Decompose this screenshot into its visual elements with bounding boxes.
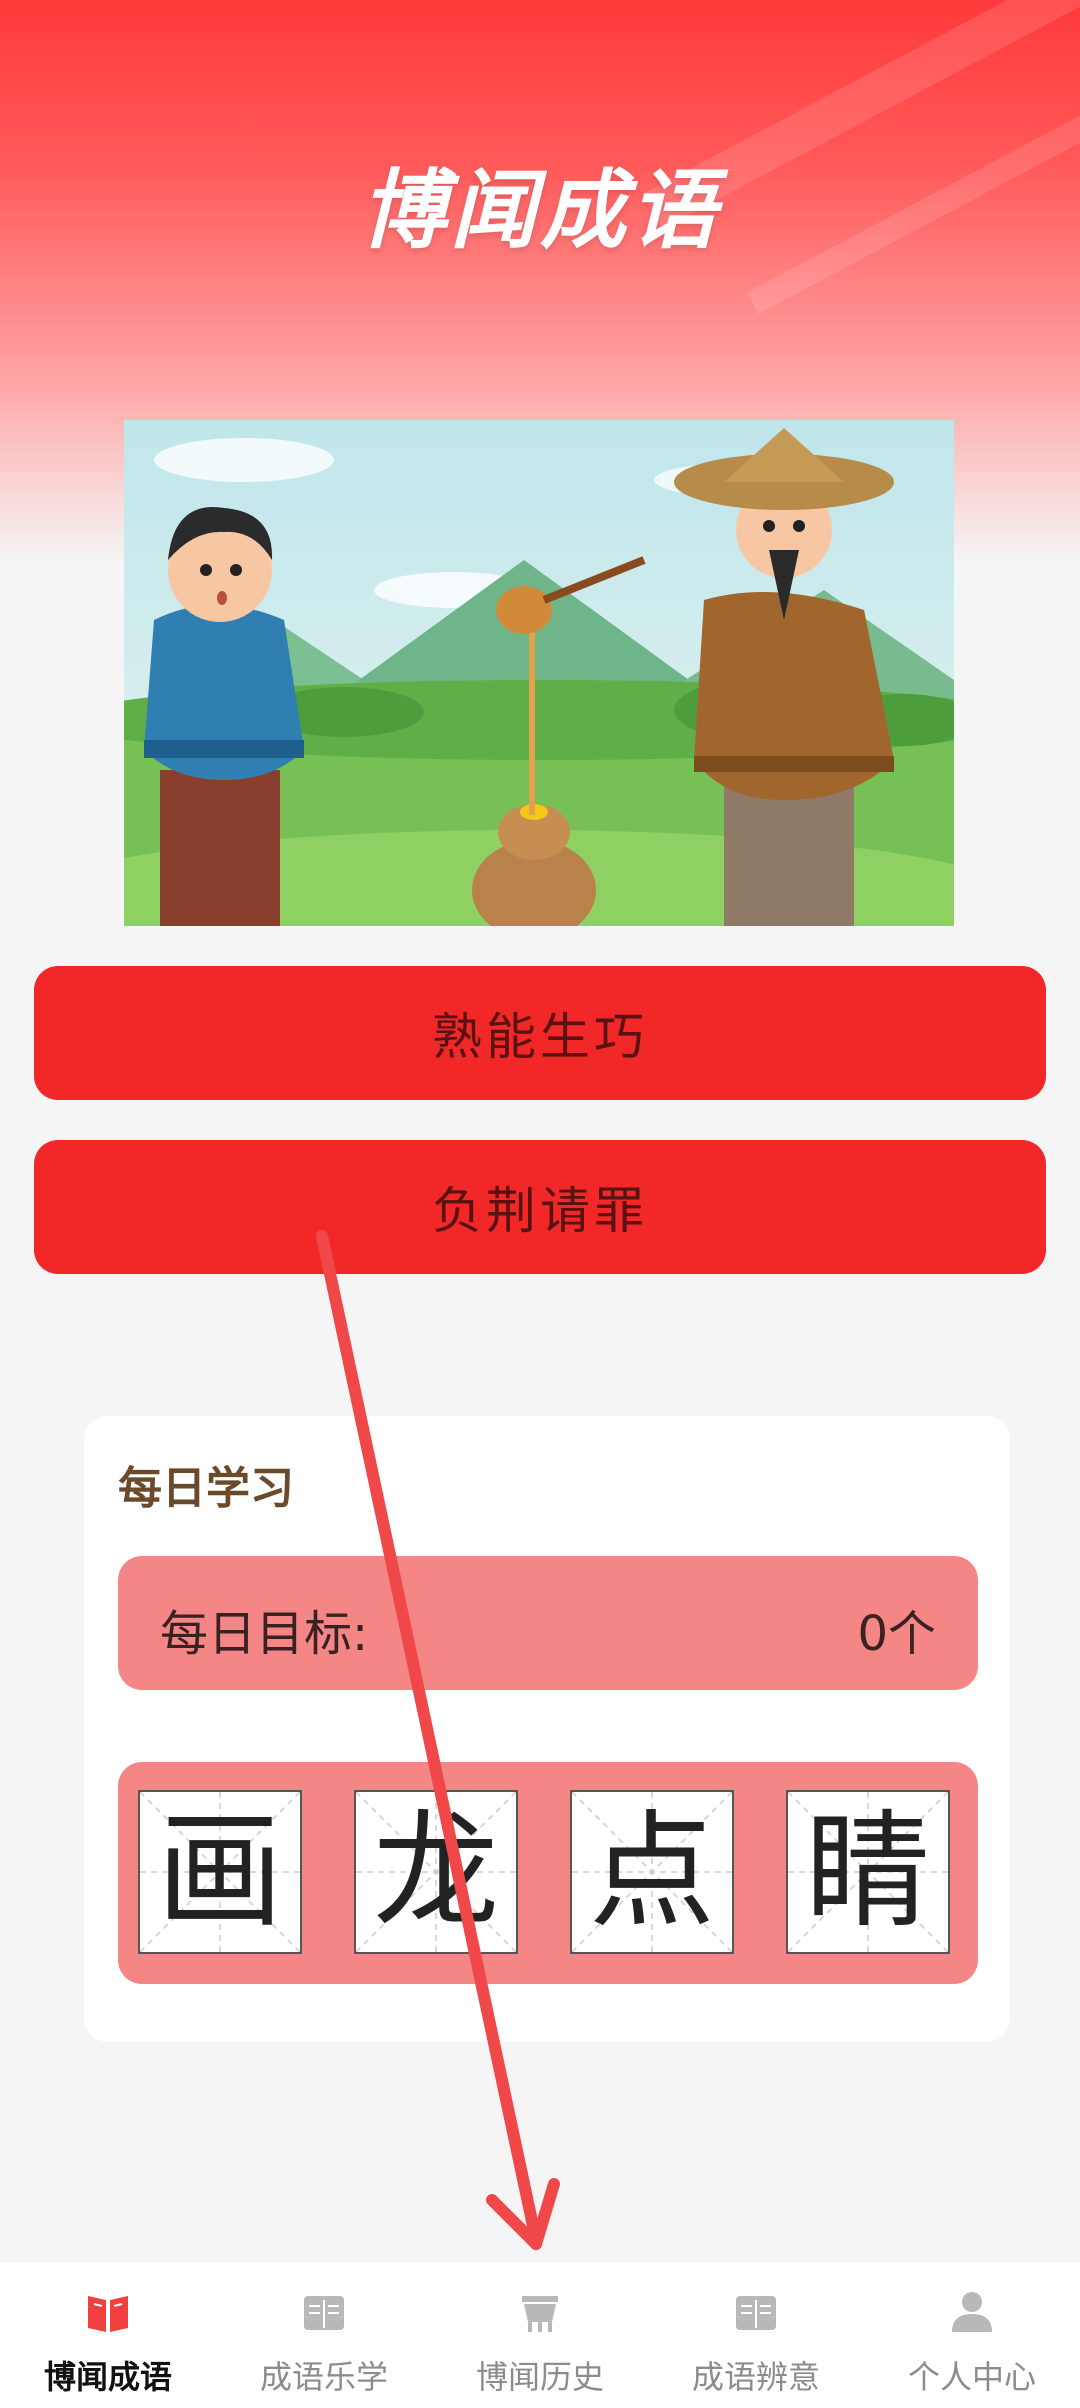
char-tile-3-text: 点 [589,1798,715,1945]
banner-image[interactable] [124,420,954,926]
tab-chengyu-lexue[interactable]: 成语乐学 [216,2262,432,2408]
book-open-icon [88,2296,128,2332]
tab-label: 博闻成语 [43,2358,172,2396]
char-tile-4-text: 睛 [805,1798,931,1945]
daily-idiom-characters[interactable]: 画 龙 点 睛 [118,1762,978,1984]
tab-bowen-lishi[interactable]: 博闻历史 [432,2262,648,2408]
char-tile-4[interactable]: 睛 [786,1790,950,1954]
bottom-tab-bar: 博闻成语 成语乐学 博闻历史 成语辨意 个人中心 [0,2262,1080,2408]
ding-vessel-icon [522,2296,558,2332]
char-tile-3[interactable]: 点 [570,1790,734,1954]
app-title: 博闻成语 [360,161,720,261]
user-icon [952,2292,992,2332]
daily-goal-bar[interactable]: 每日目标: 0个 [118,1556,978,1690]
char-tile-1-text: 画 [157,1798,283,1945]
daily-goal-label: 每日目标: [160,1606,369,1662]
tab-personal-center[interactable]: 个人中心 [864,2262,1080,2408]
tab-label: 博闻历史 [475,2358,604,2396]
idiom-button-1[interactable]: 熟能生巧 [34,966,1046,1100]
char-tile-1[interactable]: 画 [138,1790,302,1954]
char-tile-2[interactable]: 龙 [354,1790,518,1954]
daily-study-card: 每日学习 每日目标: 0个 画 龙 点 睛 [84,1416,1010,2042]
daily-study-title: 每日学习 [118,1463,294,1514]
daily-goal-value: 0个 [857,1606,936,1662]
book-icon [304,2296,344,2330]
idiom-illustration [124,420,954,926]
tab-bowen-chengyu[interactable]: 博闻成语 [0,2262,216,2408]
char-tile-2-text: 龙 [373,1798,499,1945]
tab-chengyu-bianyi[interactable]: 成语辨意 [648,2262,864,2408]
tab-label: 成语辨意 [691,2358,820,2396]
book-icon [736,2296,776,2330]
tab-label: 个人中心 [907,2358,1036,2396]
idiom-button-2[interactable]: 负荆请罪 [34,1140,1046,1274]
tab-label: 成语乐学 [259,2358,388,2396]
